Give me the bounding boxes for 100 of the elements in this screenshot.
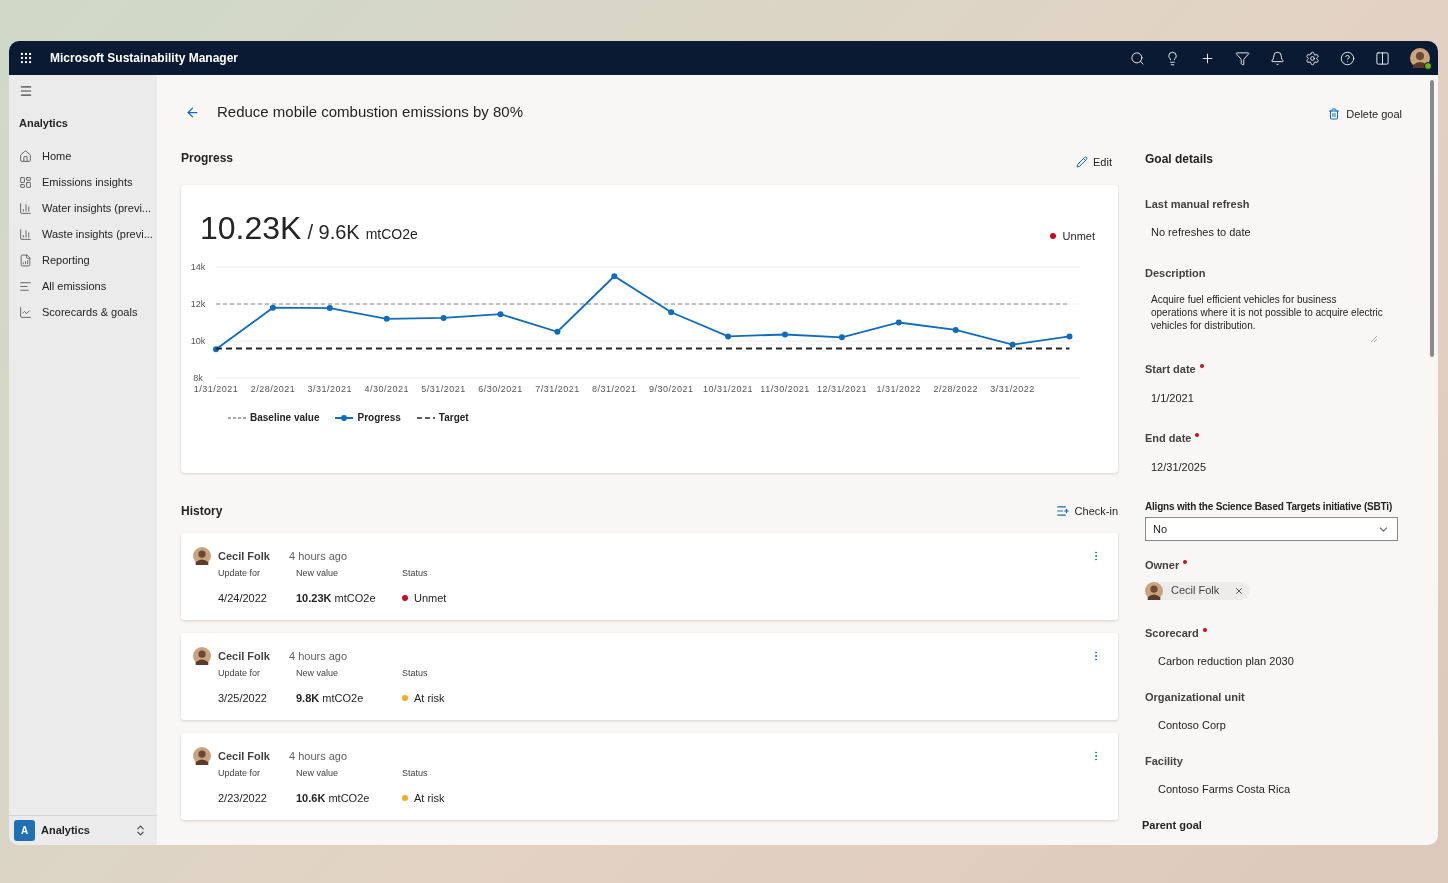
data-point xyxy=(497,311,504,318)
help-icon[interactable] xyxy=(1340,50,1355,66)
field-value: 12/31/2025 xyxy=(1151,459,1208,475)
check-in-button[interactable]: Check-in xyxy=(1055,502,1118,520)
field-label: End date xyxy=(1145,431,1192,446)
field-value: 1/1/2021 xyxy=(1151,390,1195,406)
nav-icon xyxy=(19,306,32,319)
delete-goal-button[interactable]: Delete goal xyxy=(1328,106,1402,123)
timestamp: 4 hours ago xyxy=(288,648,348,664)
field-label: Owner xyxy=(1145,558,1180,573)
scrollbar-thumb[interactable] xyxy=(1430,80,1434,357)
nav-icon xyxy=(19,202,32,215)
axis-label: 11/30/2021 xyxy=(760,384,810,394)
legend-label: Target xyxy=(438,411,469,425)
axis-label: 2/28/2022 xyxy=(933,384,978,394)
data-point xyxy=(952,326,959,333)
field-label: Last manual refresh xyxy=(1145,196,1250,212)
axis-label: 14k xyxy=(190,262,206,272)
bell-icon[interactable] xyxy=(1270,50,1285,66)
update-date: 3/25/2022 xyxy=(218,690,268,706)
panel-heading: Goal details xyxy=(1145,150,1215,168)
new-value: 10.23K mtCO2e xyxy=(296,590,374,606)
resize-handle-icon[interactable] xyxy=(1371,336,1377,342)
description-field[interactable]: Acquire fuel efficient vehicles for business operations where it is not possible to acquire electric vehicles for distribution. xyxy=(1151,293,1383,338)
field-value: Contoso Farms Costa Rica xyxy=(1158,782,1292,797)
dropdown[interactable]: No xyxy=(1145,517,1398,541)
edit-button[interactable]: Edit xyxy=(1076,153,1112,171)
field-label: Status xyxy=(402,767,429,780)
update-date: 2/23/2022 xyxy=(218,790,268,806)
status-label: Unmet xyxy=(1062,228,1095,244)
axis-label: 8k xyxy=(193,373,203,383)
legend-key-icon xyxy=(335,413,354,422)
author-name: Cecil Folk xyxy=(218,748,270,764)
field-label: Update for xyxy=(218,667,262,680)
sidebar-item[interactable]: Waste insights (previ... xyxy=(9,221,157,248)
target-value: / 9.6K xyxy=(307,220,360,245)
required-mark-icon xyxy=(1195,433,1200,438)
field-value: Contoso Corp xyxy=(1158,718,1227,733)
area-badge: A xyxy=(14,820,35,841)
axis-label: 3/31/2022 xyxy=(990,384,1035,394)
axis-label: 8/31/2021 xyxy=(592,384,637,394)
data-point xyxy=(554,328,561,335)
field-label: New value xyxy=(296,567,340,580)
filter-icon[interactable] xyxy=(1235,50,1250,66)
list-add-icon xyxy=(1055,504,1070,518)
back-icon[interactable] xyxy=(185,104,200,120)
axis-label: 3/31/2021 xyxy=(307,384,353,394)
axis-label: 10k xyxy=(190,336,206,346)
menu-icon[interactable] xyxy=(19,84,33,98)
axis-label: 1/31/2021 xyxy=(193,384,239,394)
legend-label: Progress xyxy=(357,411,401,425)
sidebar-item[interactable]: Scorecards & goals xyxy=(9,299,157,326)
sidebar-item[interactable]: Home xyxy=(9,143,157,170)
sidebar-item[interactable]: Emissions insights xyxy=(9,169,157,196)
data-point xyxy=(1066,333,1073,340)
required-mark-icon xyxy=(1183,560,1188,565)
data-point xyxy=(782,331,788,338)
author-name: Cecil Folk xyxy=(218,548,270,564)
timestamp: 4 hours ago xyxy=(288,548,348,564)
field-label: Start date xyxy=(1145,362,1196,377)
section-heading: History xyxy=(181,503,223,520)
area-label: Analytics xyxy=(41,823,90,839)
field-label: Aligns with the Science Based Targets initiative (SBTi) xyxy=(1145,500,1393,514)
axis-label: 2/28/2021 xyxy=(250,384,296,394)
field-label: Facility xyxy=(1145,753,1183,769)
field-label: Scorecard xyxy=(1145,625,1199,641)
field-value: No refreshes to date xyxy=(1151,225,1252,240)
field-value: Carbon reduction plan 2030 xyxy=(1158,654,1295,669)
axis-label: 6/30/2021 xyxy=(478,384,523,394)
remove-icon[interactable] xyxy=(1234,585,1244,596)
panel-icon[interactable] xyxy=(1375,50,1390,66)
sidebar-item[interactable]: All emissions xyxy=(9,273,157,300)
page-title: Reduce mobile combustion emissions by 80% xyxy=(217,101,523,122)
legend-label: Baseline value xyxy=(250,411,320,425)
plus-icon[interactable] xyxy=(1200,50,1215,66)
app-title: Microsoft Sustainability Manager xyxy=(50,50,239,67)
data-point xyxy=(1009,341,1016,348)
settings-icon[interactable] xyxy=(1305,50,1320,66)
status-label: Unmet xyxy=(414,590,447,606)
data-point xyxy=(895,319,902,326)
author-name: Cecil Folk xyxy=(218,648,270,664)
person-chip[interactable]: Cecil Folk xyxy=(1145,581,1250,600)
sidebar-item[interactable]: Water insights (previ... xyxy=(9,195,157,222)
app-launcher-icon[interactable] xyxy=(19,51,33,65)
avatar-icon xyxy=(193,547,211,565)
data-point xyxy=(383,315,390,322)
field-label: Status xyxy=(402,567,429,580)
field-label: Update for xyxy=(218,567,262,580)
search-icon[interactable] xyxy=(1130,50,1145,66)
axis-label: 12k xyxy=(190,299,206,309)
nav-icon xyxy=(19,228,32,241)
area-switcher[interactable]: A Analytics xyxy=(9,815,157,845)
new-value: 9.8K mtCO2e xyxy=(296,690,365,706)
axis-label: 4/30/2021 xyxy=(364,384,409,394)
chevrons-icon xyxy=(134,824,147,837)
sidebar-item[interactable]: Reporting xyxy=(9,247,157,274)
data-point xyxy=(725,333,732,340)
lightbulb-icon[interactable] xyxy=(1165,50,1180,66)
data-point xyxy=(838,334,845,341)
field-label: Status xyxy=(402,667,429,680)
